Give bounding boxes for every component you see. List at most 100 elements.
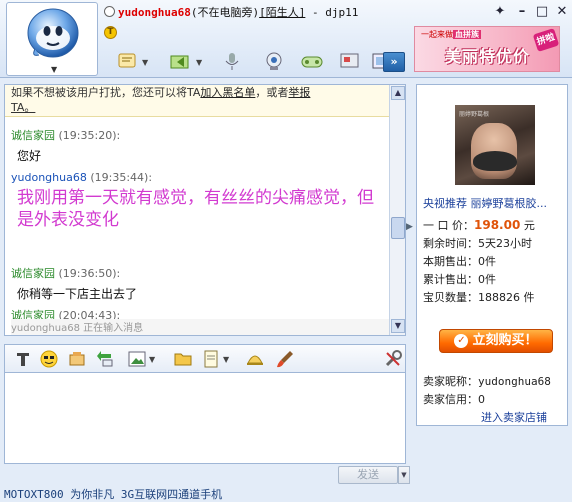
seller-nick-label: 卖家昵称： [423,375,478,388]
self-name: djp11 [325,6,359,19]
voice-icon[interactable] [220,50,244,72]
remaining-label: 剩余时间： [423,237,478,250]
game-icon[interactable] [300,50,324,72]
total-sold-label: 累计售出： [423,273,478,286]
seller-nick-row: 卖家昵称：yudonghua68 [423,373,551,389]
insert-image-dropdown-icon[interactable]: ▼ [149,355,155,364]
settings-tools-icon[interactable] [383,349,403,369]
buy-now-label: 立刻购买！ [472,333,538,348]
remote-assist-icon[interactable] [338,50,362,72]
stock-row: 宝贝数量：188826 件 [423,289,535,305]
seller-credit-value: 0 [478,393,485,406]
message-time: (19:35:44): [90,171,153,184]
panel-splitter-icon[interactable]: ▶ [406,222,414,238]
message-header: 诚信家园 (19:36:50): [11,265,120,281]
remaining-value: 5天23小时 [478,237,532,250]
send-options-dropdown-icon[interactable]: ▼ [398,466,410,484]
message-time: (19:35:20): [58,129,121,142]
folder-icon[interactable] [173,349,193,369]
scroll-down-icon[interactable]: ▼ [391,319,405,333]
typing-indicator: yudonghua68 正在输入消息 [11,319,391,335]
scroll-up-icon[interactable]: ▲ [391,86,405,100]
notice-text-end: TA。 [11,101,36,114]
price-value: 198.00 [474,218,521,232]
message-header: yudonghua68 (19:35:44): [11,171,152,184]
message-header: 诚信家园 (19:35:20): [11,127,120,143]
magic-emoticon-icon[interactable] [67,349,87,369]
product-image-watermark: 丽婷野葛根 [459,111,490,118]
avatar[interactable]: ▼ [6,2,98,76]
font-icon[interactable] [13,349,33,369]
bell-icon[interactable] [245,349,265,369]
seller-credit-label: 卖家信用： [423,393,478,406]
message-input[interactable] [4,372,406,464]
brush-icon[interactable] [275,349,295,369]
product-title-text[interactable]: 丽婷野葛根胶... [471,197,548,210]
message-scrollbar[interactable]: ▲ ▼ [389,85,405,335]
header-toolbar: ▼ ▼ [116,50,406,74]
product-panel: 丽婷野葛根 央视推荐 丽婷野葛根胶... 一 口 价：198.00 元 剩余时间… [416,84,568,426]
seller-nick-value: yudonghua68 [478,375,551,388]
message-time: (19:36:50): [58,267,121,280]
ad-banner[interactable]: 一起来做 血拼族 美丽特优价 拼啦 [414,26,560,72]
price-unit: 元 [523,219,535,232]
status-bar-ad[interactable]: MOTOXT800 为你非凡 3G互联网四通道手机 [4,486,404,502]
insert-image-icon[interactable] [127,349,147,369]
product-image[interactable]: 丽婷野葛根 [455,105,535,185]
buy-now-button[interactable]: ✓ 立刻购买！ [439,329,553,353]
sender-name[interactable]: yudonghua68 [11,171,87,184]
banner-tag: 拼啦 [532,28,559,52]
sender-name[interactable]: 诚信家园 [11,267,55,280]
notes-icon[interactable] [201,349,221,369]
more-tools-button[interactable]: » [383,52,405,72]
contact-name[interactable]: yudonghua68 [118,6,191,19]
period-sold-label: 本期售出： [423,255,478,268]
send-row: 发送 ▼ [4,464,410,484]
close-button[interactable]: ✕ [554,4,570,20]
price-label: 一 口 价： [423,219,474,232]
total-sold-row: 累计售出：0件 [423,271,496,287]
product-title[interactable]: 央视推荐 丽婷野葛根胶... [423,195,567,211]
enter-shop-link[interactable]: 进入卖家店铺 [481,409,547,425]
notice-text: 如果不想被该用户打扰，您还可以将TA [11,86,201,99]
notice-text-middle: ，或者 [255,86,289,99]
chat-history-dropdown-icon[interactable]: ▼ [142,58,148,67]
send-file-dropdown-icon[interactable]: ▼ [196,58,202,67]
input-toolbar: ▼ ▼ [4,344,406,372]
seller-credit-row: 卖家信用：0 [423,391,485,407]
relation-link[interactable]: [陌生人] [259,6,305,19]
notes-dropdown-icon[interactable]: ▼ [223,355,229,364]
chat-history-icon[interactable] [116,50,140,72]
contact-title: yudonghua68(不在电脑旁)[陌生人] - djp11 [104,4,404,22]
message-body: 你稍等一下店主出去了 [17,287,138,301]
banner-line1: 一起来做 血拼族 [421,30,481,39]
maximize-button[interactable]: □ [534,4,550,20]
wangwang-avatar-icon [27,8,79,58]
window-header: ▼ yudonghua68(不在电脑旁)[陌生人] - djp11 T ✦ – … [0,0,572,78]
contact-status: (不在电脑旁) [190,6,260,19]
send-file-icon[interactable] [168,50,192,72]
cart-icon: ✓ [454,334,469,348]
info-badge-icon[interactable]: T [104,26,117,39]
window-controls: ✦ – □ ✕ [492,4,570,20]
product-title-prefix: 央视推荐 [423,197,467,210]
shake-window-icon[interactable] [95,349,115,369]
send-button[interactable]: 发送 [338,466,398,484]
pin-icon[interactable]: ✦ [492,4,508,20]
chat-window: ▼ yudonghua68(不在电脑旁)[陌生人] - djp11 T ✦ – … [0,0,572,502]
report-link[interactable]: 举报 [288,86,310,99]
scroll-thumb[interactable] [391,217,405,239]
message-history[interactable]: 如果不想被该用户打扰，您还可以将TA加入黑名单，或者举报 TA。 诚信家园 (1… [4,84,406,336]
remaining-row: 剩余时间：5天23小时 [423,235,532,251]
video-camera-icon[interactable] [262,50,286,72]
message-body-highlight: 我刚用第一天就有感觉，有丝丝的尖痛感觉，但是外表没变化 [17,188,374,230]
blacklist-link[interactable]: 加入黑名单 [200,86,255,99]
sender-name[interactable]: 诚信家园 [11,129,55,142]
price-row: 一 口 价：198.00 元 [423,217,535,233]
stock-value: 188826 件 [478,291,535,304]
minimize-button[interactable]: – [514,4,530,20]
banner-headline: 美丽特优价 [445,47,531,66]
period-sold-value: 0件 [478,255,496,268]
avatar-dropdown-icon[interactable]: ▼ [51,65,57,74]
emoticon-icon[interactable] [39,349,59,369]
